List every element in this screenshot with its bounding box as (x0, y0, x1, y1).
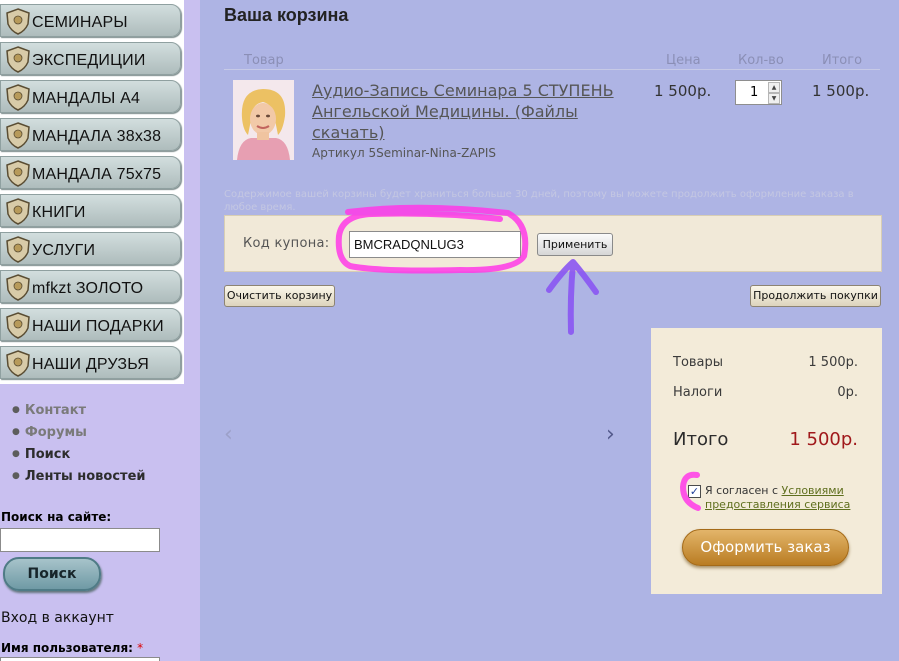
terms-checkbox[interactable]: ✓ (688, 485, 701, 498)
cart-storage-note: Содержимое вашей корзины будет храниться… (224, 189, 854, 213)
category-label: ЭКСПЕДИЦИИ (32, 52, 146, 69)
username-label-text: Имя пользователя: (1, 641, 133, 655)
username-label: Имя пользователя: * (1, 641, 143, 655)
category-label: НАШИ ПОДАРКИ (32, 318, 164, 335)
checkout-button[interactable]: Оформить заказ (682, 529, 849, 566)
carousel-next-icon[interactable]: › (606, 422, 615, 447)
shield-icon (6, 8, 30, 35)
link-label: Форумы (24, 425, 87, 440)
category-label: КНИГИ (32, 204, 86, 221)
bullet-icon: ● (12, 427, 20, 437)
header-divider (224, 69, 880, 70)
sidebar: СЕМИНАРЫ ЭКСПЕДИЦИИ МАНДАЛЫ А4 МАНДАЛА 3… (0, 0, 200, 661)
link-label: Контакт (24, 403, 87, 418)
category-item-mandalas-a4[interactable]: МАНДАЛЫ А4 (0, 80, 181, 113)
shield-icon (6, 312, 30, 339)
product-photo (233, 80, 294, 160)
category-label: СЕМИНАРЫ (32, 14, 128, 31)
shield-icon (6, 46, 30, 73)
coupon-code-input[interactable]: BMCRADQNLUG3 (349, 231, 521, 258)
category-label: УСЛУГИ (32, 242, 96, 259)
quantity-value: 1 (750, 85, 759, 100)
product-image[interactable] (233, 80, 294, 160)
shield-icon (6, 160, 30, 187)
clear-cart-button[interactable]: Очистить корзину (224, 285, 335, 307)
link-label: Ленты новостей (24, 469, 146, 484)
product-line-total: 1 500р. (812, 82, 870, 100)
bullet-icon: ● (12, 449, 20, 459)
total-label: Итого (673, 429, 729, 450)
tax-label: Налоги (673, 385, 723, 400)
category-item-gifts[interactable]: НАШИ ПОДАРКИ (0, 308, 181, 341)
category-label: НАШИ ДРУЗЬЯ (32, 356, 150, 373)
shield-icon (6, 122, 30, 149)
category-item-expeditions[interactable]: ЭКСПЕДИЦИИ (0, 42, 181, 75)
chevron-down-icon[interactable]: ▼ (768, 93, 780, 104)
shield-icon (6, 274, 30, 301)
category-item-friends[interactable]: НАШИ ДРУЗЬЯ (0, 346, 181, 379)
required-mark: * (137, 641, 144, 655)
username-input[interactable] (0, 657, 160, 661)
product-title-link[interactable]: Аудио-Запись Семинара 5 СТУПЕНЬ Ангельск… (312, 80, 642, 143)
chevron-up-icon[interactable]: ▲ (768, 82, 780, 93)
sidebar-link-news-feeds[interactable]: ● Ленты новостей (12, 469, 146, 491)
apply-coupon-button[interactable]: Применить (537, 233, 613, 256)
login-heading: Вход в аккаунт (1, 610, 114, 626)
search-button[interactable]: Поиск (3, 557, 101, 591)
category-item-books[interactable]: КНИГИ (0, 194, 181, 227)
tax-value: 0р. (837, 385, 858, 400)
category-item-mandala-38[interactable]: МАНДАЛА 38х38 (0, 118, 181, 151)
coupon-panel: Код купона: BMCRADQNLUG3 Применить (224, 215, 882, 272)
page-title: Ваша корзина (224, 5, 349, 25)
column-header-qty: Кол-во (738, 53, 784, 68)
goods-label: Товары (673, 355, 724, 370)
category-label: МАНДАЛА 75х75 (32, 166, 162, 183)
quantity-stepper[interactable]: 1 ▲ ▼ (735, 80, 782, 105)
bullet-icon: ● (12, 471, 20, 481)
site-search-label: Поиск на сайте: (1, 510, 112, 524)
continue-shopping-button[interactable]: Продолжить покупки (750, 285, 881, 307)
category-label: МАНДАЛА 38х38 (32, 128, 162, 145)
shield-icon (6, 198, 30, 225)
category-item-seminars[interactable]: СЕМИНАРЫ (0, 4, 181, 37)
sidebar-link-forums[interactable]: ● Форумы (12, 425, 146, 447)
column-header-product: Товар (244, 53, 284, 68)
column-header-price: Цена (666, 53, 701, 68)
link-label: Поиск (24, 447, 71, 462)
shield-icon (6, 236, 30, 263)
column-header-total: Итого (822, 53, 863, 68)
sidebar-link-contact[interactable]: ● Контакт (12, 403, 146, 425)
goods-value: 1 500р. (808, 355, 858, 370)
shield-icon (6, 84, 30, 111)
order-summary: Товары 1 500р. Налоги 0р. Итого 1 500р. … (651, 328, 882, 594)
bullet-icon: ● (12, 405, 20, 415)
coupon-label: Код купона: (243, 236, 330, 251)
site-search-input[interactable] (0, 528, 160, 552)
terms-prefix: Я согласен с (705, 484, 779, 497)
pointer-arrow (546, 259, 599, 335)
product-sku: Артикул 5Seminar-Nina-ZAPIS (312, 146, 496, 160)
carousel-prev-icon[interactable]: ‹ (224, 422, 233, 447)
terms-agreement: Я согласен с Условиями предоставления се… (705, 484, 865, 512)
category-item-mandala-75[interactable]: МАНДАЛА 75х75 (0, 156, 181, 189)
product-price: 1 500р. (654, 82, 712, 100)
sidebar-link-search[interactable]: ● Поиск (12, 447, 146, 469)
category-label: mfkzt ЗОЛОТО (32, 280, 144, 297)
checkmark-icon: ✓ (689, 485, 700, 498)
sidebar-links: ● Контакт ● Форумы ● Поиск ● Ленты новостей (12, 403, 146, 491)
shield-icon (6, 350, 30, 377)
category-menu: СЕМИНАРЫ ЭКСПЕДИЦИИ МАНДАЛЫ А4 МАНДАЛА 3… (0, 0, 184, 384)
category-label: МАНДАЛЫ А4 (32, 90, 141, 107)
category-item-gold[interactable]: mfkzt ЗОЛОТО (0, 270, 181, 303)
category-item-services[interactable]: УСЛУГИ (0, 232, 181, 265)
total-value: 1 500р. (789, 429, 858, 450)
